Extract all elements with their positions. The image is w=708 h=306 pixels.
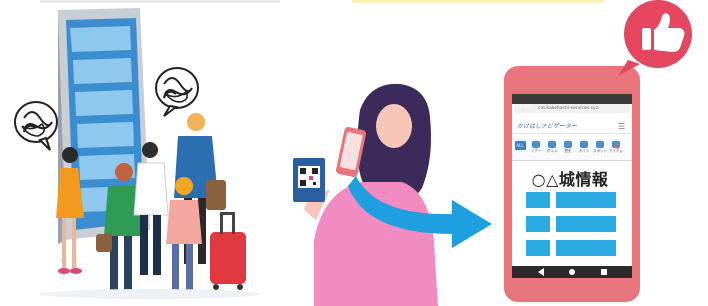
phone-url-bar[interactable]: cre.kakehashi-services.xyz	[538, 106, 598, 111]
category-label: 歴史	[564, 149, 572, 153]
gear-icon[interactable]: ⚙	[614, 143, 620, 151]
category-label: ツアー	[530, 149, 542, 153]
all-icon: ALL	[514, 141, 526, 150]
confused-bubble-left-icon	[14, 101, 58, 151]
qr-pamphlet-icon	[293, 158, 325, 202]
category-label: ガイド	[578, 149, 590, 153]
category-guide[interactable]: ガイド	[578, 141, 590, 154]
category-label: グルメ	[546, 149, 558, 153]
category-label: スポット	[593, 149, 607, 153]
category-gourmet[interactable]: グルメ	[546, 141, 558, 154]
category-spot[interactable]: スポット	[593, 141, 607, 154]
pin-icon	[596, 141, 604, 148]
phone-site-logo[interactable]: かけはしナビゲーター	[517, 121, 577, 130]
category-tour[interactable]: ツアー	[530, 141, 542, 154]
hamburger-menu-icon[interactable]: ☰	[618, 122, 625, 131]
castle-info-heading: ○△城情報	[531, 170, 609, 189]
category-nav: ALL ツアー グルメ 歴史 ガイド スポット アイテム	[514, 141, 623, 154]
category-history[interactable]: 歴史	[562, 141, 574, 154]
food-icon	[548, 141, 556, 148]
confused-bubble-right-icon	[155, 67, 199, 117]
phone-status-time: 15:42	[516, 104, 531, 110]
category-all[interactable]: ALL	[514, 141, 526, 154]
thumbs-up-badge-icon	[618, 0, 692, 76]
illustration-scene: 15:42 cre.kakehashi-services.xyz かけはしナビゲ…	[0, 0, 708, 306]
ticket-icon	[580, 141, 588, 148]
landmark-icon	[532, 141, 540, 148]
flag-icon	[564, 141, 572, 148]
